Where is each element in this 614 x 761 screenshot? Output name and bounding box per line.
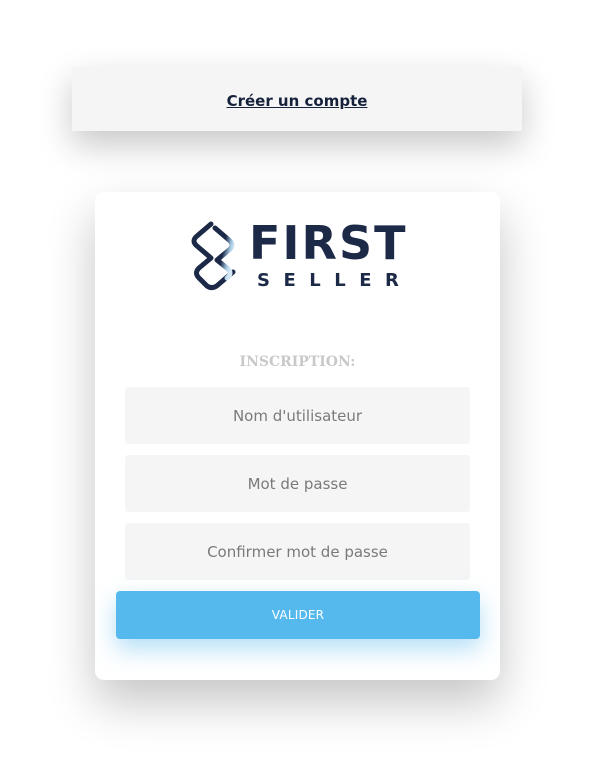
logo-text-seller: SELLER [257, 270, 413, 291]
submit-button[interactable]: VALIDER [116, 591, 480, 639]
top-panel: Créer un compte [72, 67, 522, 131]
password-input[interactable] [125, 455, 470, 512]
signup-card: FIRST SELLER INSCRIPTION: VALIDER [95, 192, 500, 680]
brand-logo: FIRST SELLER [189, 216, 413, 292]
username-input[interactable] [125, 387, 470, 444]
first-seller-logo-icon [191, 221, 236, 291]
logo-text-first: FIRST [249, 216, 408, 270]
form-title: INSCRIPTION: [239, 354, 356, 370]
confirm-password-input[interactable] [125, 523, 470, 580]
create-account-link[interactable]: Créer un compte [227, 92, 368, 110]
